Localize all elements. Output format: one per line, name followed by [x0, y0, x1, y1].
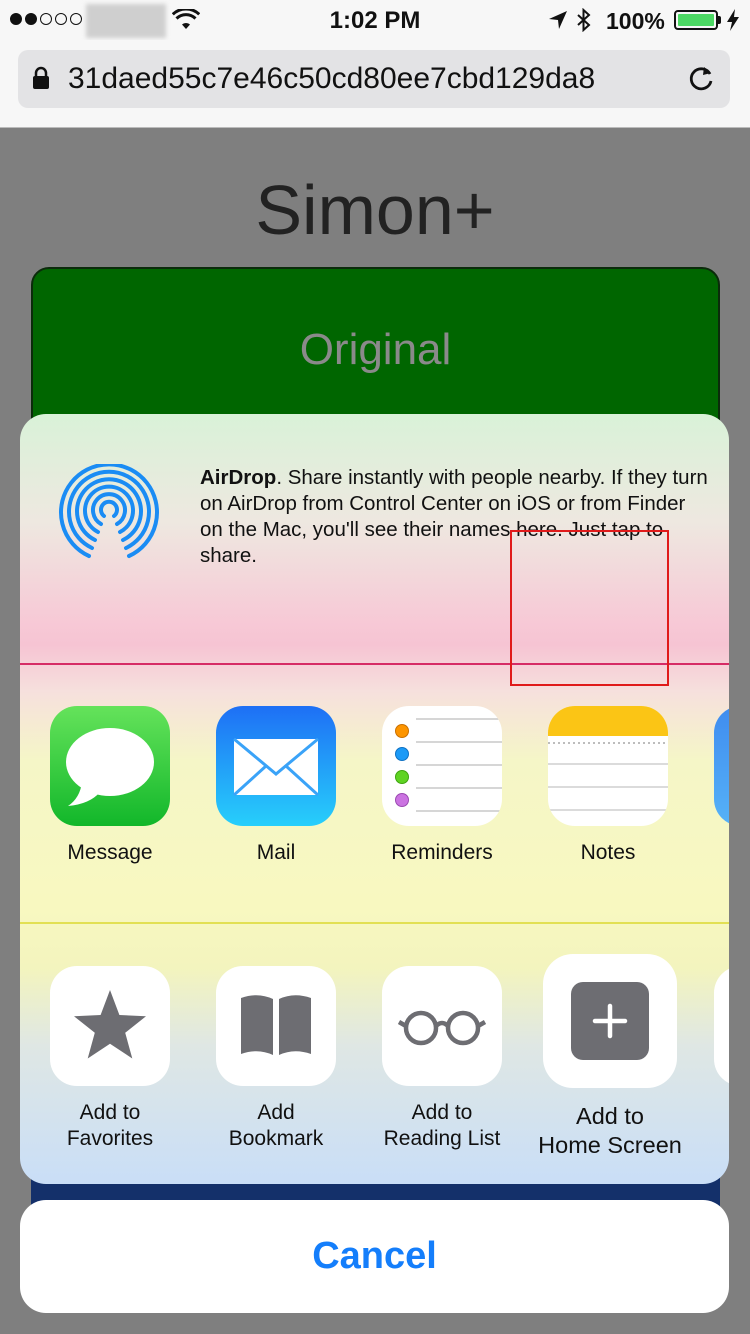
book-icon[interactable]: [216, 966, 336, 1086]
action-label-line2: Bookmark: [228, 1127, 324, 1150]
reminders-app-icon[interactable]: [382, 706, 502, 826]
share-app-label: Reminders: [391, 841, 493, 864]
plus-square-icon[interactable]: [543, 954, 677, 1088]
page-title: Simon+: [255, 171, 495, 249]
share-app-notes[interactable]: Notes: [548, 706, 668, 864]
battery-percent: 100%: [606, 8, 665, 34]
action-add-to-home-screen[interactable]: Add to Home Screen: [538, 954, 682, 1158]
action-add-to-reading-list[interactable]: Add to Reading List: [382, 966, 502, 1150]
status-bar: 1:02 PM 100%: [0, 0, 750, 40]
browser-toolbar: 31daed55c7e46c50cd80ee7cbd129da8: [0, 40, 750, 128]
share-app-label: Notes: [580, 841, 636, 864]
share-app-label: Message: [67, 841, 153, 864]
messages-app-icon[interactable]: [50, 706, 170, 826]
battery-tip: [718, 16, 721, 24]
highlight-box: [510, 530, 669, 686]
reload-icon[interactable]: [686, 62, 716, 94]
address-bar[interactable]: 31daed55c7e46c50cd80ee7cbd129da8: [18, 50, 730, 108]
cancel-label: Cancel: [312, 1235, 437, 1277]
notes-app-icon[interactable]: [548, 706, 668, 826]
star-icon[interactable]: [50, 966, 170, 1086]
airdrop-title: AirDrop: [200, 466, 277, 489]
action-label-line1: Add to: [576, 1103, 644, 1129]
next-action-peek-icon[interactable]: [714, 966, 729, 1086]
action-add-to-favorites[interactable]: Add to Favorites: [50, 966, 170, 1150]
action-label-line1: Add to: [411, 1101, 473, 1124]
location-arrow-icon: [549, 11, 567, 29]
cancel-button[interactable]: Cancel: [20, 1200, 729, 1313]
glasses-icon[interactable]: [382, 966, 502, 1086]
share-apps-row[interactable]: Message Mail Reminders Notes: [20, 667, 729, 924]
url-text[interactable]: 31daed55c7e46c50cd80ee7cbd129da8: [68, 62, 668, 96]
action-add-bookmark[interactable]: Add Bookmark: [216, 966, 336, 1150]
share-app-message[interactable]: Message: [50, 706, 170, 864]
bluetooth-icon: [577, 8, 591, 32]
share-actions-row[interactable]: Add to Favorites Add Bookmark Add to Rea…: [20, 926, 729, 1184]
share-app-reminders[interactable]: Reminders: [382, 706, 502, 864]
mail-app-icon[interactable]: [216, 706, 336, 826]
action-label-line1: Add: [257, 1101, 295, 1124]
share-app-mail[interactable]: Mail: [216, 706, 336, 864]
lock-icon: [33, 66, 49, 89]
charging-bolt-icon: [727, 9, 739, 31]
action-label-line2: Reading List: [383, 1127, 501, 1150]
action-label-line2: Favorites: [66, 1127, 154, 1150]
next-app-peek-icon[interactable]: [714, 706, 729, 826]
airdrop-icon: [59, 464, 159, 558]
card-title: Original: [299, 325, 452, 374]
battery-icon: [674, 10, 718, 30]
action-label-line1: Add to: [79, 1101, 141, 1124]
action-label-line2: Home Screen: [538, 1132, 682, 1158]
share-app-label: Mail: [256, 841, 296, 864]
